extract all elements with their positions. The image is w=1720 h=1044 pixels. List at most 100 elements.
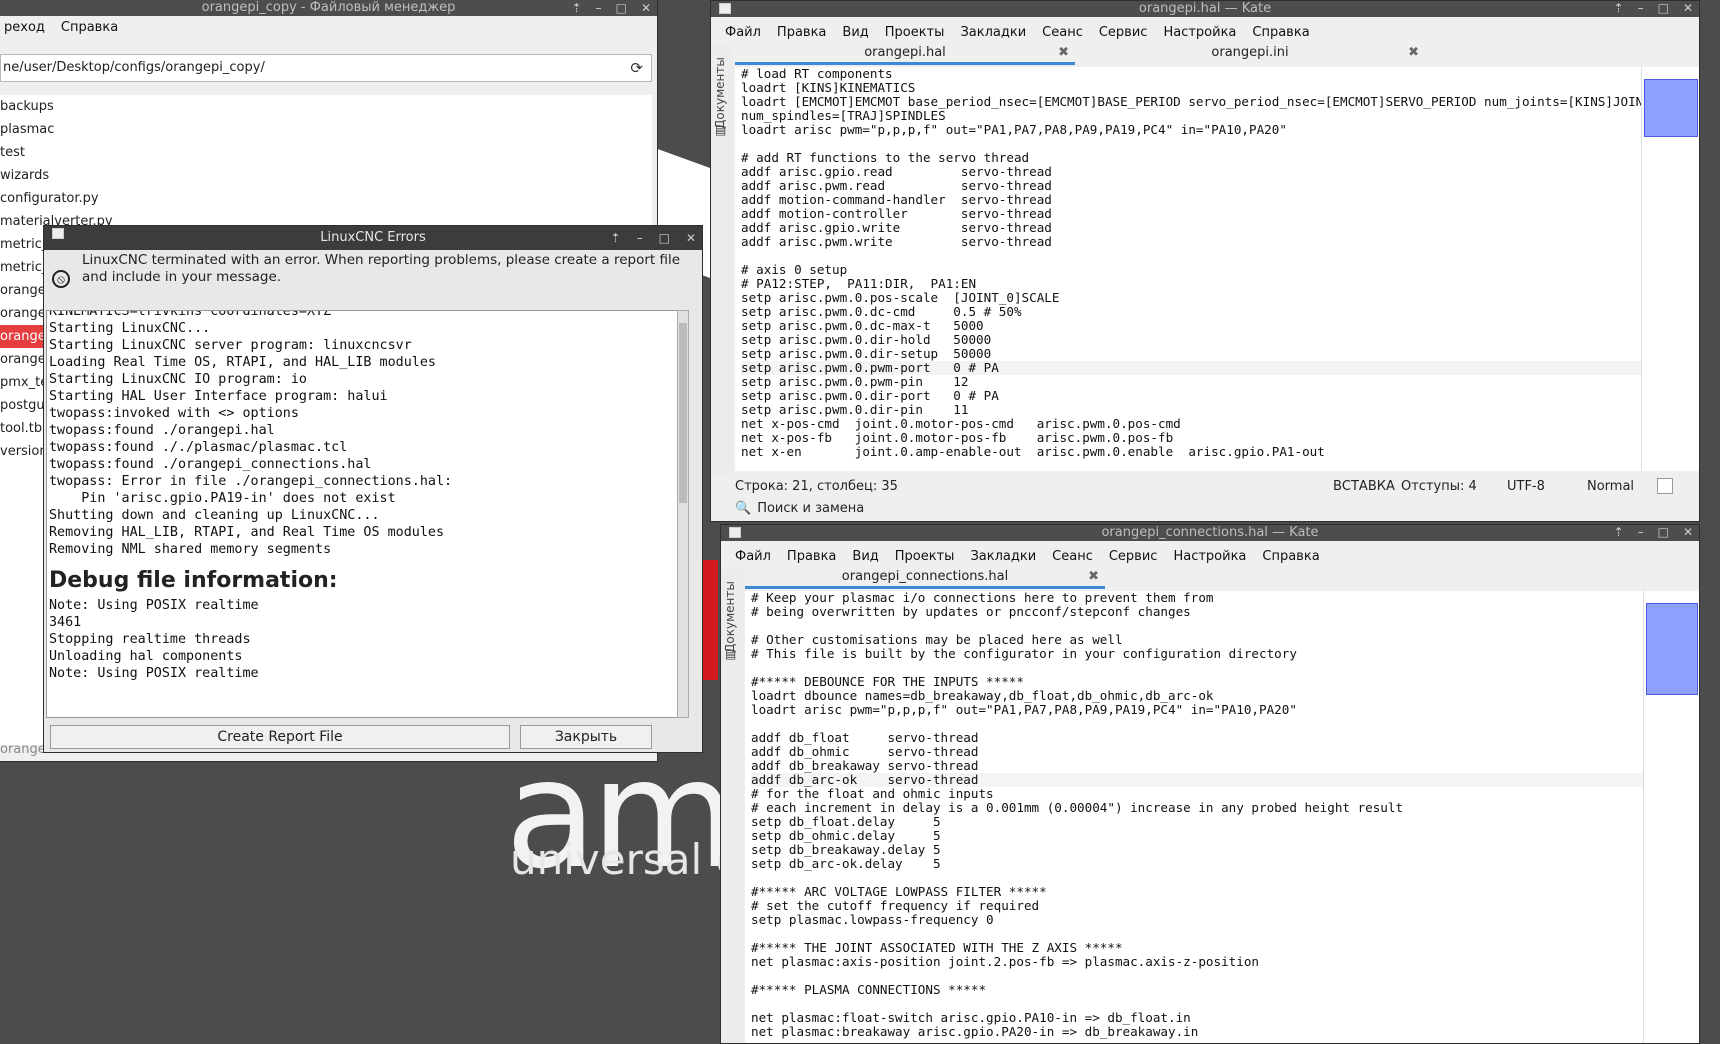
kate1-titlebar[interactable]: orangepi.hal — Kate ⇡ – □ ✕ — [711, 1, 1699, 17]
code-line: setp arisc.pwm.0.pos-scale [JOINT_0]SCAL… — [741, 290, 1060, 305]
kate1-editor[interactable]: # load RT components loadrt [KINS]KINEMAT… — [735, 67, 1641, 471]
input-mode[interactable]: ВСТАВКА — [1333, 479, 1401, 494]
kate1-menu-item[interactable]: Файл — [717, 25, 769, 40]
maximize-icon[interactable]: □ — [1658, 525, 1669, 540]
search-replace-label[interactable]: Поиск и замена — [757, 501, 864, 516]
close-icon[interactable]: ✕ — [1683, 1, 1693, 16]
code-line: net plasmac:breakaway arisc.gpio.PA20-in… — [751, 1024, 1199, 1039]
kate2-minimap[interactable] — [1643, 591, 1699, 1043]
kate1-menu-item[interactable]: Правка — [769, 25, 834, 40]
search-icon: 🔍 — [735, 500, 752, 516]
folder-icon[interactable]: ▤ — [725, 647, 736, 661]
list-item[interactable]: test — [0, 141, 652, 164]
stop-icon: ⦸ — [52, 270, 70, 288]
kate2-menu-item[interactable]: Правка — [779, 549, 844, 564]
close-icon[interactable]: ✕ — [686, 226, 696, 250]
cursor-position[interactable]: Строка: 21, столбец: 35 — [735, 479, 1333, 494]
error-log[interactable]: KINEMATICS=trivkins coordinates=XYZ Star… — [46, 310, 686, 718]
kate1-documents-panel[interactable]: Документы ▤ — [711, 45, 733, 475]
kate1-search-bar[interactable]: 🔍 Поиск и замена — [735, 497, 864, 519]
keep-above-icon[interactable]: ⇡ — [572, 0, 582, 16]
keep-above-icon[interactable]: ⇡ — [1614, 1, 1624, 16]
kate2-menu-item[interactable]: Сервис — [1101, 549, 1166, 564]
list-item[interactable]: backups — [0, 95, 652, 118]
close-tab-icon[interactable]: ✖ — [1058, 43, 1069, 63]
code-line: # Other customisations may be placed her… — [751, 632, 1123, 647]
errors-titlebar[interactable]: LinuxCNC Errors ⇡ – □ ✕ — [44, 226, 702, 250]
documents-label: Документы — [713, 57, 727, 129]
tab-label: orangepi_connections.hal — [841, 569, 1009, 584]
syntax-mode[interactable]: Normal — [1587, 479, 1657, 494]
kate1-minimap[interactable] — [1641, 67, 1699, 471]
tab-orangepi-hal[interactable]: orangepi.hal ✖ — [735, 43, 1075, 65]
kate2-menu-item[interactable]: Настройка — [1165, 549, 1254, 564]
kate1-menu-item[interactable]: Сервис — [1091, 25, 1156, 40]
encoding-setting[interactable]: UTF-8 — [1507, 479, 1587, 494]
minimize-icon[interactable]: – — [1638, 525, 1644, 540]
path-input[interactable]: ne/user/Desktop/configs/orangepi_copy/ — [3, 60, 265, 75]
kate1-menu-item[interactable]: Настройка — [1155, 25, 1244, 40]
list-item[interactable]: configurator.py — [0, 187, 652, 210]
kate2-menu-item[interactable]: Справка — [1254, 549, 1327, 564]
minimize-icon[interactable]: – — [596, 0, 602, 16]
maximize-icon[interactable]: □ — [1658, 1, 1669, 16]
close-button[interactable]: Закрыть — [520, 725, 652, 749]
kate1-menu-item[interactable]: Справка — [1244, 25, 1317, 40]
file-manager-status: orange — [0, 742, 46, 757]
path-bar[interactable]: ne/user/Desktop/configs/orangepi_copy/ ⟳ — [0, 54, 652, 82]
close-icon[interactable]: ✕ — [641, 0, 651, 16]
kate2-documents-panel[interactable]: Документы ▤ — [721, 569, 743, 1043]
close-icon[interactable]: ✕ — [1683, 525, 1693, 540]
scrollbar-thumb[interactable] — [679, 323, 687, 503]
kate2-menu-item[interactable]: Сеанс — [1044, 549, 1101, 564]
file-manager-menubar: реход Справка — [0, 16, 657, 38]
file-manager-titlebar[interactable]: orangepi_copy - Файловый менеджер ⇡ – □ … — [0, 0, 657, 16]
kate1-menu-item[interactable]: Сеанс — [1034, 25, 1091, 40]
keep-above-icon[interactable]: ⇡ — [611, 226, 621, 250]
kate1-code: # load RT components loadrt [KINS]KINEMAT… — [735, 67, 1641, 459]
tab-orangepi-connections-hal[interactable]: orangepi_connections.hal ✖ — [745, 567, 1105, 589]
close-tab-icon[interactable]: ✖ — [1408, 43, 1419, 63]
tab-orangepi-ini[interactable]: orangepi.ini ✖ — [1075, 43, 1425, 63]
file-manager-menu-item[interactable]: реход — [0, 20, 53, 35]
folder-icon[interactable]: ▤ — [715, 123, 726, 137]
list-item[interactable]: wizards — [0, 164, 652, 187]
debug-heading: Debug file information: — [49, 568, 338, 593]
kate2-menu-item[interactable]: Закладки — [962, 549, 1044, 564]
kate2-menu-item[interactable]: Файл — [727, 549, 779, 564]
window-icon — [52, 228, 64, 239]
list-item[interactable]: plasmac — [0, 118, 652, 141]
kate-icon — [729, 527, 741, 538]
kate2-editor[interactable]: # Keep your plasmac i/o connections here… — [745, 591, 1669, 1043]
minimize-icon[interactable]: – — [1638, 1, 1644, 16]
kate2-menu-item[interactable]: Проекты — [887, 549, 963, 564]
kate2-titlebar[interactable]: orangepi_connections.hal — Kate ⇡ – □ ✕ — [721, 525, 1699, 541]
maximize-icon[interactable]: □ — [616, 0, 627, 16]
code-line: addf motion-command-handler servo-thread — [741, 192, 1052, 207]
file-manager-menu-item[interactable]: Справка — [53, 20, 126, 35]
minimize-icon[interactable]: – — [637, 226, 643, 250]
documents-label: Документы — [723, 581, 737, 653]
kate1-menu-item[interactable]: Проекты — [877, 25, 953, 40]
code-line: loadrt arisc pwm="p,p,p,f" out="PA1,PA7,… — [751, 702, 1297, 717]
code-line: # each increment in delay is a 0.001mm (… — [751, 800, 1404, 815]
minimap-viewport[interactable] — [1644, 79, 1698, 137]
code-line: net plasmac:axis-position joint.2.pos-fb… — [751, 954, 1259, 969]
create-report-button[interactable]: Create Report File — [50, 725, 510, 749]
minimap-viewport[interactable] — [1646, 603, 1698, 695]
code-line: # set the cutoff frequency if required — [751, 898, 1040, 913]
kate1-menu-item[interactable]: Закладки — [952, 25, 1034, 40]
error-log-scrollbar[interactable] — [677, 310, 689, 718]
kate2-menubar: Файл Правка Вид Проекты Закладки Сеанс Сервис Н… — [721, 545, 1699, 567]
close-tab-icon[interactable]: ✖ — [1088, 567, 1099, 587]
reload-icon[interactable]: ⟳ — [630, 59, 643, 77]
maximize-icon[interactable]: □ — [659, 226, 670, 250]
kate2-menu-item[interactable]: Вид — [844, 549, 886, 564]
code-line: setp arisc.pwm.0.pwm-pin 12 — [741, 374, 969, 389]
keep-above-icon[interactable]: ⇡ — [1614, 525, 1624, 540]
indent-setting[interactable]: Отступы: 4 — [1401, 479, 1507, 494]
status-checkbox[interactable] — [1657, 478, 1673, 494]
kate1-menu-item[interactable]: Вид — [834, 25, 876, 40]
